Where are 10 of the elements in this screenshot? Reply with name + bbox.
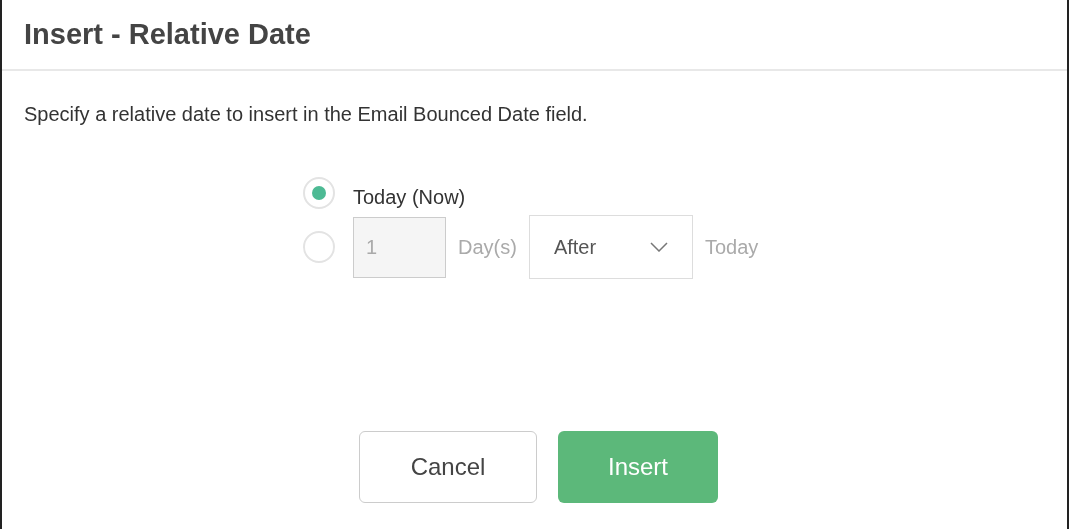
chevron-down-icon [649,242,668,252]
suffix-label: Today [704,235,759,260]
option-label: Today (Now) [353,185,466,210]
dialog-title: Insert - Relative Date [24,16,311,52]
direction-select[interactable]: After [528,215,693,279]
radio-button[interactable] [303,177,335,209]
cancel-button[interactable]: Cancel [359,431,537,503]
description: Specify a relative date to insert in the Email Bounced Date field. [24,102,589,127]
radio-button[interactable] [303,231,335,263]
unit-label: Day(s) [458,235,517,260]
